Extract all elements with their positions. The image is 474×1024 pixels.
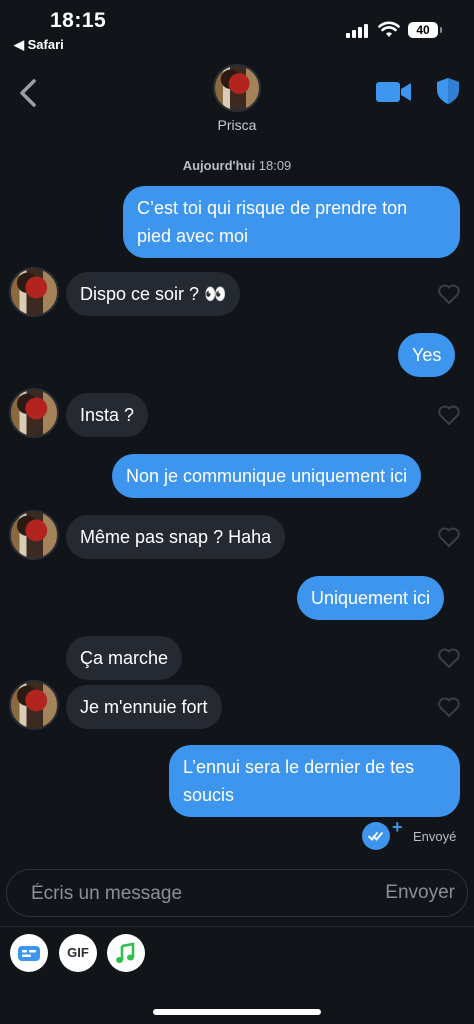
home-indicator[interactable]: [153, 1009, 321, 1015]
message-bubble-outgoing[interactable]: Non je communique uniquement ici: [112, 454, 422, 498]
battery-icon: 40: [408, 22, 442, 38]
like-heart-icon[interactable]: [437, 526, 461, 548]
contact-avatar[interactable]: [9, 388, 59, 438]
date-separator: Aujourd'hui 18:09: [0, 158, 474, 173]
message-bubble-outgoing[interactable]: Uniquement ici: [297, 576, 445, 620]
card-sticker-button[interactable]: [10, 934, 48, 972]
sent-status-label: Envoyé: [413, 829, 457, 844]
contact-avatar[interactable]: [9, 267, 59, 317]
back-to-safari-link[interactable]: ◀ Safari: [14, 37, 64, 53]
music-note-icon: [116, 942, 135, 963]
back-arrow-icon[interactable]: [14, 76, 44, 110]
message-composer: Envoyer: [6, 869, 468, 918]
date-time: 18:09: [258, 158, 292, 173]
chat-header: Prisca: [0, 58, 474, 148]
contact-avatar[interactable]: [9, 510, 59, 560]
id-card-icon: [18, 946, 40, 961]
contact-name[interactable]: Prisca: [0, 117, 474, 133]
like-heart-icon[interactable]: [437, 647, 461, 669]
date-day: Aujourd'hui: [182, 158, 256, 173]
send-button[interactable]: Envoyer: [385, 882, 455, 904]
cellular-signal-icon: [346, 24, 372, 38]
read-receipt-icon: [362, 822, 390, 850]
contact-avatar[interactable]: [213, 64, 261, 112]
wifi-icon: [378, 21, 400, 37]
message-bubble-incoming[interactable]: Dispo ce soir ? 👀: [66, 272, 241, 316]
message-bubble-outgoing[interactable]: Yes: [398, 333, 456, 377]
message-bubble-incoming[interactable]: Je m'ennuie fort: [66, 685, 222, 729]
video-call-icon[interactable]: [376, 80, 412, 104]
divider: [0, 926, 474, 927]
status-time: 18:15: [50, 9, 107, 32]
like-heart-icon[interactable]: [437, 696, 461, 718]
like-heart-icon[interactable]: [437, 283, 461, 305]
safety-shield-icon[interactable]: [434, 76, 462, 106]
message-bubble-incoming[interactable]: Ça marche: [66, 636, 183, 680]
gif-button[interactable]: GIF: [59, 934, 97, 972]
contact-avatar[interactable]: [9, 680, 59, 730]
like-heart-icon[interactable]: [437, 404, 461, 426]
message-bubble-incoming[interactable]: Même pas snap ? Haha: [66, 515, 286, 559]
message-input[interactable]: [29, 870, 363, 918]
plus-icon[interactable]: +: [392, 817, 403, 838]
gif-label: GIF: [67, 945, 89, 960]
message-bubble-incoming[interactable]: Insta ?: [66, 393, 149, 437]
music-button[interactable]: [107, 934, 145, 972]
message-bubble-outgoing[interactable]: L’ennui sera le dernier de tes soucis: [169, 745, 460, 817]
message-bubble-outgoing[interactable]: C’est toi qui risque de prendre ton pied…: [123, 186, 460, 258]
status-bar: 18:15 ◀ Safari 40: [0, 0, 474, 58]
